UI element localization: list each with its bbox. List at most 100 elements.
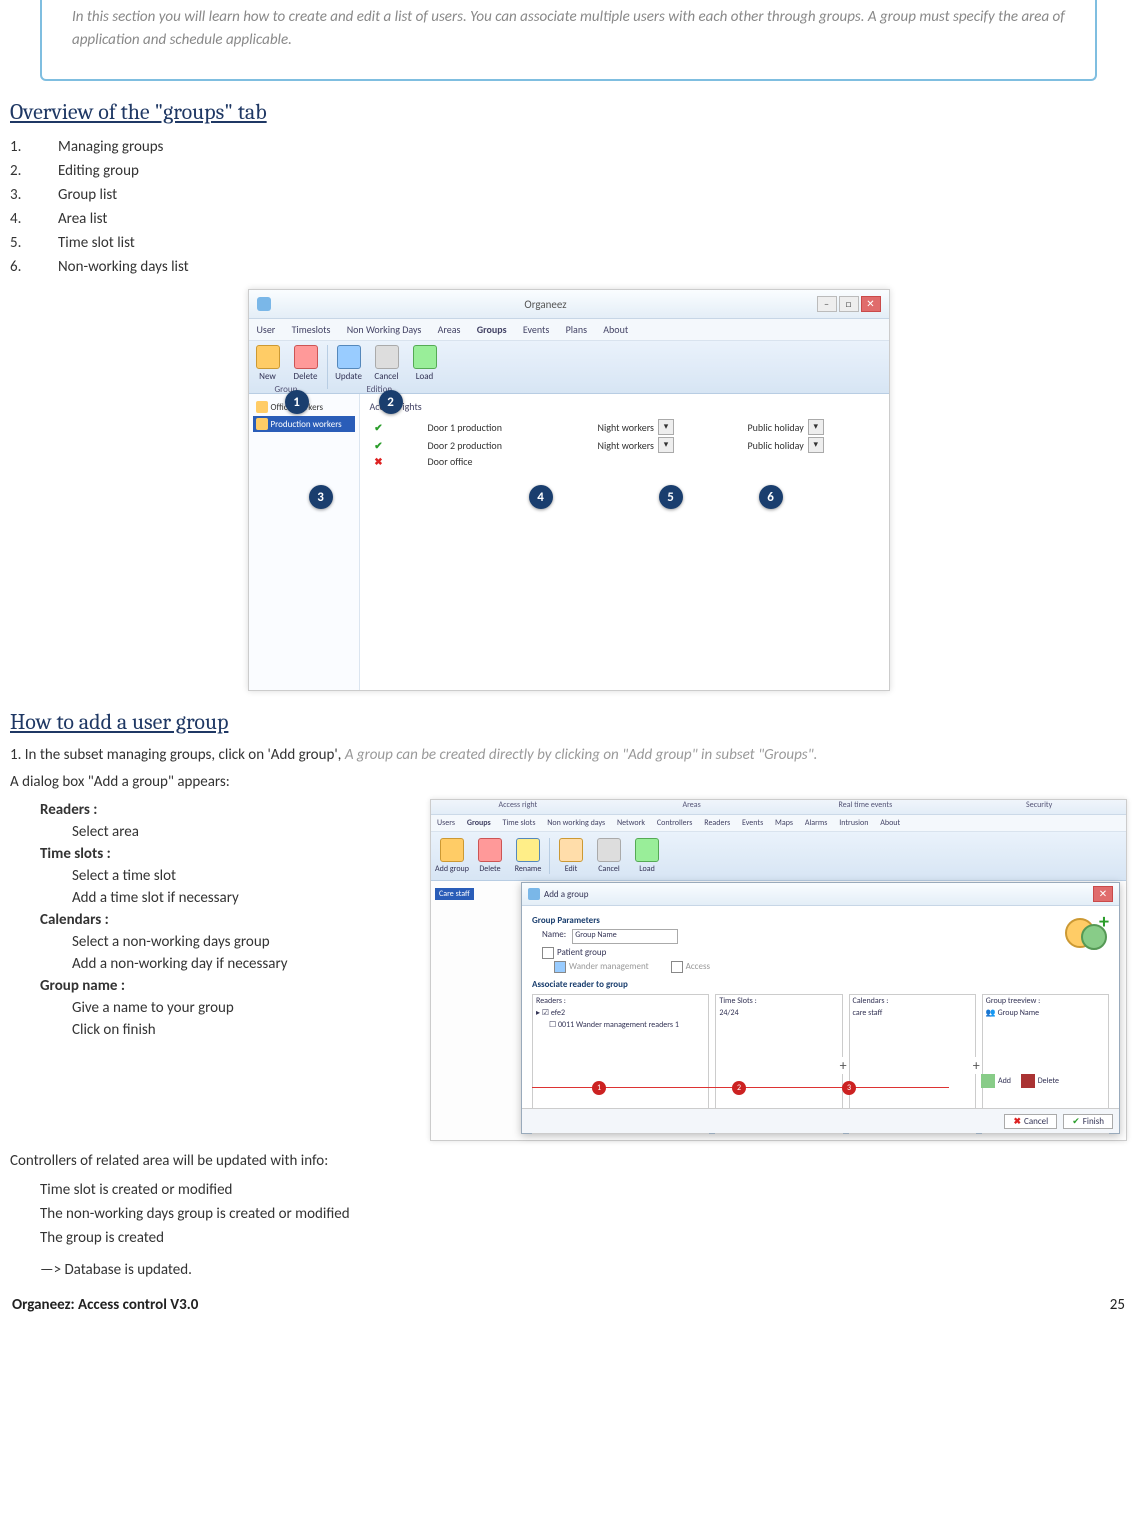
dropdown-icon[interactable]: ▾ — [808, 437, 824, 453]
tab-nonworking[interactable]: Non working days — [547, 818, 605, 828]
plus-icon[interactable]: + — [973, 1057, 980, 1074]
side-group-item[interactable]: Care staff — [435, 888, 474, 900]
checkbox-wander[interactable] — [554, 961, 566, 973]
dialog-title: Add a group — [544, 889, 588, 900]
overview-item: Editing group — [58, 162, 139, 180]
tab-controllers[interactable]: Controllers — [657, 818, 693, 828]
menu-tabs[interactable]: Users Groups Time slots Non working days… — [431, 815, 1126, 832]
tab-network[interactable]: Network — [617, 818, 645, 828]
cancel-button[interactable]: ✖Cancel — [1004, 1114, 1057, 1129]
update-button[interactable]: Update — [330, 341, 368, 393]
add-group-button[interactable]: Add group — [433, 834, 471, 878]
steps-list: Readers : Select area Time slots : Selec… — [10, 799, 420, 1141]
window-controls[interactable]: –□✕ — [815, 296, 881, 312]
checkbox-access[interactable] — [671, 961, 683, 973]
tab-readers[interactable]: Readers — [704, 818, 730, 828]
tab-areas[interactable]: Areas — [438, 323, 461, 336]
marker-circle: 2 — [379, 390, 403, 414]
plus-icon[interactable]: + — [840, 1057, 847, 1074]
dropdown-icon[interactable]: ▾ — [658, 419, 674, 435]
footer-left: Organeez: Access control V3.0 — [12, 1296, 198, 1314]
overview-list: 1.Managing groups 2.Editing group 3.Grou… — [10, 135, 1127, 279]
rename-button[interactable]: Rename — [509, 834, 547, 878]
tab-timeslots[interactable]: Time slots — [503, 818, 536, 828]
cross-icon: ✖ — [370, 455, 388, 468]
tab-plans[interactable]: Plans — [566, 323, 587, 336]
add-group-intro: 1. In the subset managing groups, click … — [10, 745, 1127, 766]
tab-timeslots[interactable]: Timeslots — [292, 323, 331, 336]
tab-nonworking[interactable]: Non Working Days — [347, 323, 422, 336]
group-item[interactable]: Production workers — [253, 416, 355, 432]
tab-alarms[interactable]: Alarms — [805, 818, 828, 828]
screenshot-add-group-dialog: Access rightAreasReal time eventsSecurit… — [430, 799, 1127, 1141]
tab-about[interactable]: About — [603, 323, 628, 336]
calendar-value: Public holiday — [748, 421, 804, 434]
heading-add-group: How to add a user group — [10, 709, 1127, 735]
tab-about[interactable]: About — [880, 818, 900, 828]
marker-circle: 3 — [309, 485, 333, 509]
load-button[interactable]: Load — [628, 834, 666, 878]
door-label: Door 1 production — [428, 421, 598, 434]
group-icon — [256, 401, 268, 413]
tab-users[interactable]: Users — [437, 818, 455, 828]
cancel-button[interactable]: Cancel — [590, 834, 628, 878]
tab-groups[interactable]: Groups — [467, 818, 491, 828]
delete-button[interactable]: Delete — [1021, 1074, 1059, 1088]
add-group-dialog: Add a group ✕ Group Parameters Name: Gro… — [521, 882, 1120, 1134]
add-group-intro-2: A dialog box "Add a group" appears: — [10, 772, 1127, 793]
close-icon[interactable]: ✕ — [861, 296, 881, 312]
checkbox-label: Wander management — [569, 961, 649, 972]
red-marker: 3 — [842, 1081, 856, 1095]
checkbox-label: Patient group — [557, 947, 606, 958]
category-bar: Access rightAreasReal time eventsSecurit… — [431, 800, 1126, 815]
close-icon[interactable]: ✕ — [1093, 886, 1113, 902]
heading-overview: Overview of the "groups" tab — [10, 99, 1127, 125]
group-people-icon: + — [1065, 910, 1107, 952]
list-item: The group is created — [40, 1226, 1127, 1250]
timeslot-value: Night workers — [598, 439, 654, 452]
app-icon — [528, 888, 540, 900]
window-title: Organeez — [524, 298, 566, 311]
list-item: Time slot is created or modified — [40, 1178, 1127, 1202]
tab-maps[interactable]: Maps — [775, 818, 793, 828]
edit-button[interactable]: Edit — [552, 834, 590, 878]
group-icon — [256, 418, 268, 430]
finish-button[interactable]: ✔Finish — [1063, 1114, 1113, 1129]
db-updated-line: —> Database is updated. — [40, 1258, 1127, 1282]
door-label: Door office — [428, 455, 598, 468]
group-name-input[interactable]: Group Name — [572, 929, 678, 944]
rights-row: ✔ Door 1 production Night workers▾ Publi… — [370, 419, 879, 435]
page-number: 25 — [1110, 1296, 1125, 1314]
checkbox-label: Access — [686, 961, 710, 972]
checkbox-patient[interactable] — [542, 947, 554, 959]
minimize-icon[interactable]: – — [817, 296, 837, 312]
rights-row: ✔ Door 2 production Night workers▾ Publi… — [370, 437, 879, 453]
tab-events[interactable]: Events — [742, 818, 763, 828]
red-marker: 2 — [732, 1081, 746, 1095]
tab-events[interactable]: Events — [523, 323, 549, 336]
tab-intrusion[interactable]: Intrusion — [839, 818, 868, 828]
load-button[interactable]: Load — [406, 341, 444, 393]
red-marker: 1 — [592, 1081, 606, 1095]
add-button[interactable]: Add — [981, 1074, 1011, 1088]
group-tree[interactable]: Office workers Production workers — [249, 394, 360, 690]
marker-circle: 5 — [659, 485, 683, 509]
overview-item: Time slot list — [58, 234, 135, 252]
logo-icon — [257, 297, 277, 311]
page-footer: Organeez: Access control V3.0 25 — [10, 1282, 1127, 1318]
marker-circle: 1 — [285, 390, 309, 414]
door-label: Door 2 production — [428, 439, 598, 452]
tab-user[interactable]: User — [257, 323, 276, 336]
dropdown-icon[interactable]: ▾ — [658, 437, 674, 453]
dropdown-icon[interactable]: ▾ — [808, 419, 824, 435]
tab-groups[interactable]: Groups — [477, 323, 507, 336]
screenshot-groups-tab: Organeez –□✕ User Timeslots Non Working … — [248, 289, 890, 691]
marker-circle: 4 — [529, 485, 553, 509]
cross-icon: ✖ — [1013, 1116, 1021, 1127]
overview-item: Group list — [58, 186, 117, 204]
access-rights-panel: Access rights ✔ Door 1 production Night … — [360, 394, 889, 690]
delete-button[interactable]: Delete — [471, 834, 509, 878]
menu-tabs[interactable]: User Timeslots Non Working Days Areas Gr… — [249, 319, 889, 341]
maximize-icon[interactable]: □ — [839, 296, 859, 312]
dialog-footer: ✖Cancel ✔Finish — [522, 1108, 1119, 1133]
